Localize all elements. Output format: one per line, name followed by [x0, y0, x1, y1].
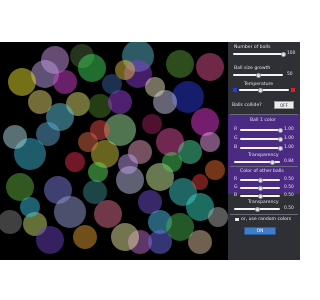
ball1-r-label: R: [234, 127, 238, 132]
ball-size-value: 50: [287, 71, 293, 77]
ball: [78, 54, 106, 82]
ball: [192, 174, 208, 190]
separator: [230, 166, 298, 167]
ball: [20, 197, 40, 217]
others-g-value: 0.50: [284, 185, 294, 190]
ball: [94, 200, 122, 228]
others-r-value: 0.50: [284, 177, 294, 182]
others-transparency-value: 0.50: [284, 206, 294, 211]
ball: [142, 114, 162, 134]
ball: [78, 132, 98, 152]
others-g-thumb[interactable]: [257, 185, 263, 191]
ball: [36, 226, 64, 254]
control-panel: Number of balls 100 Ball size growth 50 …: [228, 42, 300, 260]
ball: [88, 94, 112, 118]
cold-indicator: [233, 88, 237, 92]
others-b-thumb[interactable]: [257, 193, 263, 199]
num-balls-value: 100: [287, 50, 296, 56]
ball: [73, 225, 97, 249]
separator: [230, 214, 298, 215]
ball: [148, 230, 172, 254]
num-balls-label: Number of balls: [234, 45, 271, 50]
balls-collide-toggle[interactable]: OFF: [274, 101, 294, 109]
ball: [83, 180, 107, 204]
ball1-transparency-label: Transparency: [248, 153, 279, 158]
ball1-r-thumb[interactable]: [277, 127, 283, 133]
balls-layer: [0, 42, 228, 254]
separator: [230, 114, 298, 115]
ball1-b-thumb[interactable]: [277, 145, 283, 151]
ball1-r-value: 1.00: [284, 127, 294, 132]
ball: [0, 210, 22, 234]
ball-size-slider-thumb[interactable]: [255, 72, 261, 78]
ball: [54, 196, 86, 228]
ball: [118, 154, 138, 174]
ball: [111, 223, 139, 251]
temperature-label: Temperature: [244, 82, 274, 87]
ball1-g-thumb[interactable]: [277, 136, 283, 142]
others-r-thumb[interactable]: [257, 177, 263, 183]
ball1-r-slider[interactable]: [240, 129, 280, 131]
ball: [145, 77, 165, 97]
ball1-g-value: 1.00: [284, 136, 294, 141]
ball1-b-label: B: [234, 145, 238, 150]
ball: [3, 125, 27, 149]
ball-canvas[interactable]: [0, 42, 228, 260]
ball1-b-slider[interactable]: [240, 147, 280, 149]
ball: [88, 162, 108, 182]
ball: [162, 152, 182, 172]
num-balls-slider[interactable]: [233, 53, 283, 55]
ball1-transparency-thumb[interactable]: [270, 159, 276, 165]
ball: [205, 160, 225, 180]
others-title: Color of other balls: [240, 169, 284, 174]
ball: [8, 68, 36, 96]
balls-collide-label: Balls collide?: [232, 103, 262, 108]
ball1-transparency-value: 0.84: [284, 159, 294, 164]
ball1-g-slider[interactable]: [240, 138, 280, 140]
random-colors-label: or, use random colors: [241, 217, 292, 222]
others-g-label: G: [234, 185, 238, 190]
ball: [65, 152, 85, 172]
ball: [196, 53, 224, 81]
ball: [28, 90, 52, 114]
ball: [172, 81, 204, 113]
ball: [208, 207, 228, 227]
ball: [6, 173, 34, 201]
ball: [200, 132, 220, 152]
others-b-label: B: [234, 193, 238, 198]
hot-indicator: [291, 88, 295, 92]
ball1-b-value: 1.00: [284, 145, 294, 150]
num-balls-slider-thumb[interactable]: [280, 51, 286, 57]
ball: [188, 230, 212, 254]
others-r-label: R: [234, 177, 238, 182]
ball: [166, 50, 194, 78]
temperature-slider-thumb[interactable]: [257, 87, 263, 93]
ball: [53, 70, 77, 94]
ball: [191, 108, 219, 136]
ball1-g-label: G: [234, 136, 238, 141]
random-colors-on-button[interactable]: ON: [244, 227, 276, 235]
temperature-slider[interactable]: [239, 89, 289, 91]
others-transparency-label: Transparency: [248, 200, 279, 205]
ball1-title: Ball 1 color: [250, 118, 276, 123]
ball-size-label: Ball size growth: [234, 66, 271, 71]
others-transparency-thumb[interactable]: [254, 206, 260, 212]
others-b-value: 0.50: [284, 193, 294, 198]
ball: [102, 74, 122, 94]
random-colors-checkbox[interactable]: [235, 217, 239, 221]
